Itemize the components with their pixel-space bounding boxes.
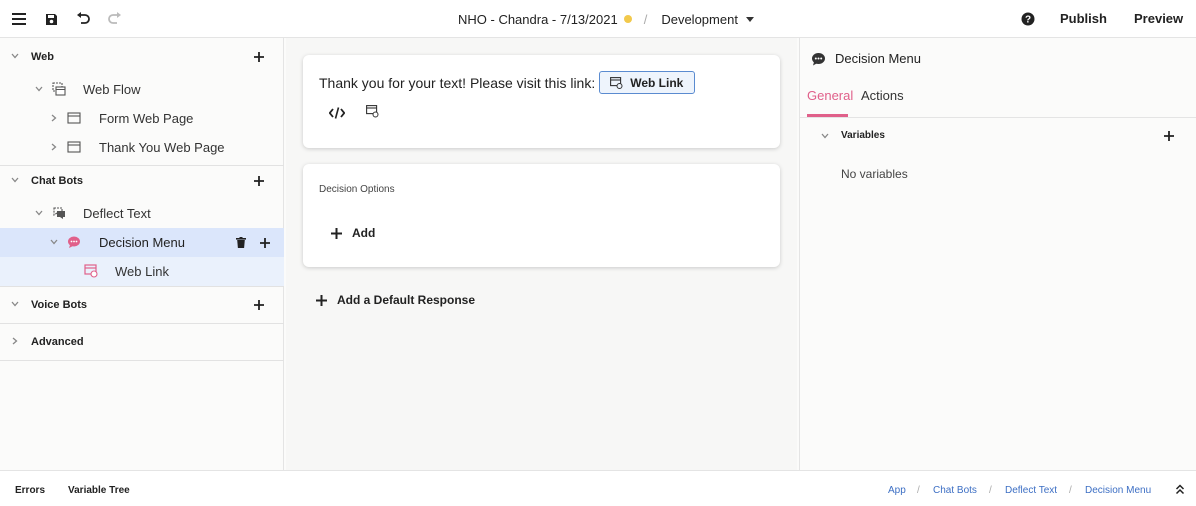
chevron-down-icon[interactable] — [10, 51, 20, 61]
panel-title: Decision Menu — [835, 51, 921, 66]
divider — [800, 117, 1196, 118]
environment-select[interactable]: Development — [661, 12, 738, 27]
message-content[interactable]: Thank you for your text! Please visit th… — [319, 71, 696, 94]
chevron-right-icon[interactable] — [10, 336, 20, 346]
tree-label: Form Web Page — [99, 111, 194, 126]
project-header: NHO - Chandra - 7/13/2021 / Development — [458, 0, 754, 38]
section-chat-bots[interactable]: Chat Bots — [0, 166, 284, 195]
chevron-down-icon[interactable] — [10, 175, 20, 185]
add-default-response-button[interactable]: Add a Default Response — [316, 293, 475, 307]
web-page-icon — [67, 141, 81, 153]
chat-bubble-icon — [68, 236, 80, 248]
chevron-down-icon[interactable] — [34, 208, 44, 218]
trash-icon[interactable] — [236, 237, 246, 248]
panel-header: Decision Menu — [811, 51, 921, 66]
status-dot — [623, 15, 632, 23]
tree-label: Decision Menu — [99, 235, 185, 250]
breadcrumb-separator: / — [989, 485, 992, 496]
tree-label: Web Link — [115, 264, 169, 279]
section-advanced[interactable]: Advanced — [0, 327, 284, 356]
add-icon[interactable] — [254, 175, 264, 186]
add-option-label: Add — [352, 226, 376, 240]
web-flow-icon — [52, 82, 66, 96]
chevron-double-up-icon[interactable] — [1175, 484, 1185, 495]
project-title[interactable]: NHO - Chandra - 7/13/2021 — [458, 12, 618, 27]
add-icon[interactable] — [254, 299, 264, 310]
web-page-icon — [67, 112, 81, 124]
breadcrumb-separator: / — [917, 485, 920, 496]
web-link-icon — [610, 76, 623, 89]
chevron-right-icon[interactable] — [49, 142, 59, 152]
tab-general[interactable]: General — [807, 88, 853, 103]
editor-canvas: Thank you for your text! Please visit th… — [286, 38, 797, 470]
breadcrumb-app[interactable]: App — [888, 485, 906, 496]
chevron-down-icon[interactable] — [820, 131, 830, 141]
divider — [0, 286, 284, 287]
errors-tab[interactable]: Errors — [15, 485, 45, 496]
tree-item-web-link[interactable]: Web Link — [0, 257, 284, 286]
breadcrumb-chat-bots[interactable]: Chat Bots — [933, 485, 977, 496]
tree-item-thank-you-web-page[interactable]: Thank You Web Page — [0, 133, 284, 162]
breadcrumb-separator: / — [1069, 485, 1072, 496]
tree-label: Web Flow — [83, 82, 141, 97]
code-icon[interactable] — [329, 107, 345, 119]
header-separator: / — [643, 11, 648, 27]
empty-variables-text: No variables — [841, 167, 908, 181]
chevron-right-icon[interactable] — [49, 113, 59, 123]
add-icon — [316, 294, 327, 306]
breadcrumb-deflect-text[interactable]: Deflect Text — [1005, 485, 1057, 496]
menu-icon[interactable] — [10, 10, 28, 28]
save-icon[interactable] — [42, 10, 60, 28]
add-icon[interactable] — [254, 51, 264, 62]
tree-item-decision-menu[interactable]: Decision Menu — [0, 228, 284, 257]
flow-tree-sidebar: Web Web Flow Form Web Page Thank You Web… — [0, 38, 284, 470]
add-variable-icon[interactable] — [1164, 131, 1174, 141]
section-label-web: Web — [31, 50, 55, 63]
chevron-down-icon[interactable] — [10, 299, 20, 309]
bottom-bar: Errors Variable Tree App / Chat Bots / D… — [0, 470, 1196, 506]
section-voice-bots[interactable]: Voice Bots — [0, 290, 284, 319]
add-icon[interactable] — [260, 238, 270, 248]
properties-panel: Decision Menu General Actions Variables … — [799, 38, 1196, 470]
chat-flow-icon — [53, 207, 65, 219]
web-link-chip[interactable]: Web Link — [599, 71, 696, 94]
tree-item-web-flow[interactable]: Web Flow — [0, 75, 284, 104]
decision-options-label: Decision Options — [319, 184, 395, 195]
preview-button[interactable]: Preview — [1134, 11, 1183, 26]
insert-web-link-icon[interactable] — [366, 105, 379, 118]
svg-text:?: ? — [1025, 15, 1031, 26]
section-web[interactable]: Web — [0, 42, 284, 71]
undo-icon[interactable] — [74, 10, 92, 28]
tree-item-form-web-page[interactable]: Form Web Page — [0, 104, 284, 133]
section-label-voice-bots: Voice Bots — [31, 298, 88, 311]
chevron-down-icon[interactable] — [34, 84, 44, 94]
message-text: Thank you for your text! Please visit th… — [319, 74, 596, 91]
add-icon — [331, 227, 342, 239]
add-option-button[interactable]: Add — [331, 226, 375, 240]
help-icon[interactable]: ? — [1019, 10, 1037, 28]
divider — [0, 323, 284, 324]
chevron-down-icon[interactable] — [49, 237, 59, 247]
web-link-icon — [84, 264, 98, 278]
variable-tree-tab[interactable]: Variable Tree — [68, 485, 130, 496]
redo-icon[interactable] — [106, 10, 124, 28]
chat-bubble-icon — [812, 52, 825, 65]
tree-label: Deflect Text — [83, 206, 151, 221]
top-bar: NHO - Chandra - 7/13/2021 / Development … — [0, 0, 1196, 38]
message-card[interactable]: Thank you for your text! Please visit th… — [303, 55, 780, 148]
tree-item-deflect-text[interactable]: Deflect Text — [0, 199, 284, 228]
caret-down-icon[interactable] — [745, 16, 754, 22]
tab-actions[interactable]: Actions — [861, 88, 904, 103]
variables-label: Variables — [841, 130, 885, 141]
decision-options-card: Decision Options Add — [303, 164, 780, 267]
publish-button[interactable]: Publish — [1060, 11, 1107, 26]
divider — [0, 360, 284, 361]
variables-section-header[interactable]: Variables — [800, 126, 1196, 148]
section-label-chat-bots: Chat Bots — [31, 174, 83, 187]
web-link-chip-label: Web Link — [630, 75, 684, 90]
add-default-response-label: Add a Default Response — [337, 293, 476, 307]
breadcrumb-decision-menu[interactable]: Decision Menu — [1085, 485, 1151, 496]
section-label-advanced: Advanced — [31, 335, 84, 348]
tree-label: Thank You Web Page — [99, 140, 225, 155]
